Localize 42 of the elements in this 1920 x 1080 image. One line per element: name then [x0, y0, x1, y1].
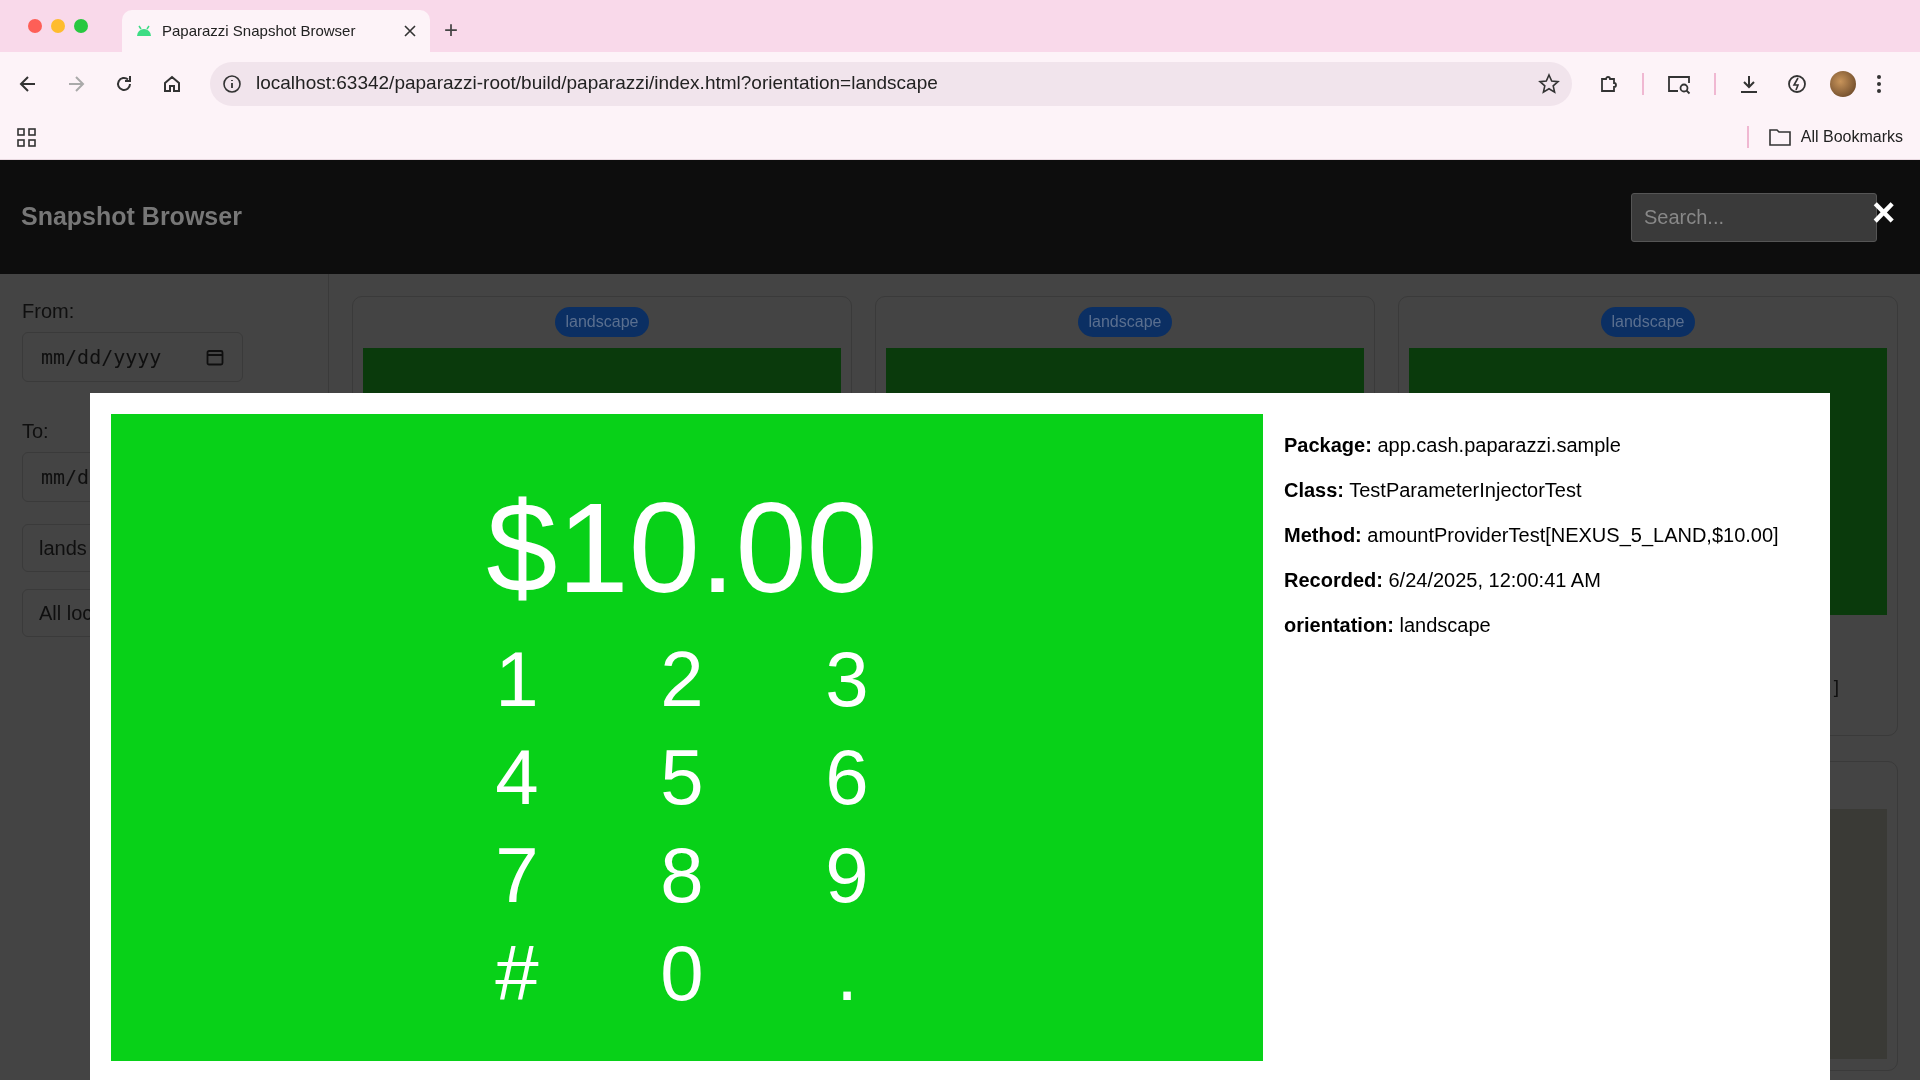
url-text: localhost:63342/paparazzi-root/build/paparazzi/index.html?orientation=landscape [256, 71, 939, 96]
amount-text: $10.00 [486, 484, 878, 612]
detail-line: Method: amountProviderTest[NEXUS_5_LAND,$10.00] [1284, 523, 1779, 548]
orientation-tag: landscape [1077, 307, 1173, 337]
keypad-key: 1 [434, 630, 600, 728]
keypad-key: 7 [434, 826, 600, 924]
new-tab-button[interactable]: + [444, 18, 458, 42]
apps-grid-icon[interactable] [17, 127, 36, 147]
keypad-key: 3 [764, 630, 930, 728]
detail-line: orientation: landscape [1284, 613, 1492, 638]
menu-icon[interactable] [1876, 73, 1882, 94]
performance-icon[interactable] [1786, 72, 1808, 95]
address-bar[interactable]: localhost:63342/paparazzi-root/build/paparazzi/index.html?orientation=landscape [210, 61, 1572, 106]
keypad-key: . [764, 924, 930, 1022]
keypad-key: 8 [599, 826, 765, 924]
keypad-key: 5 [599, 728, 765, 826]
close-icon[interactable] [404, 25, 416, 37]
reload-icon[interactable] [114, 73, 134, 94]
tab-title: Paparazzi Snapshot Browser [162, 20, 357, 41]
app-title: Snapshot Browser [21, 201, 242, 233]
info-icon[interactable] [222, 73, 242, 94]
detail-line: Class: TestParameterInjectorTest [1284, 478, 1583, 503]
bookmarks-label[interactable]: All Bookmarks [1800, 125, 1903, 149]
keypad-key: 0 [599, 924, 765, 1022]
detail-line: Recorded: 6/24/2025, 12:00:41 AM [1284, 568, 1602, 593]
keypad-key: 6 [764, 728, 930, 826]
keypad-key: 9 [764, 826, 930, 924]
android-icon [136, 25, 152, 37]
search-placeholder: Search... [1644, 205, 1725, 230]
keypad-key: 4 [434, 728, 600, 826]
folder-icon[interactable] [1768, 128, 1791, 146]
profile-avatar[interactable] [1830, 70, 1856, 97]
detail-line: Package: app.cash.paparazzi.sample [1284, 433, 1622, 458]
browser-tab[interactable]: Paparazzi Snapshot Browser [122, 10, 430, 52]
back-icon[interactable] [18, 73, 38, 94]
keypad-key: 2 [599, 630, 765, 728]
orientation-tag: landscape [554, 307, 650, 337]
keypad-key: # [434, 924, 600, 1022]
orientation-tag: landscape [1600, 307, 1696, 337]
home-icon[interactable] [162, 73, 182, 94]
snapshot-caption: ] [1832, 675, 1839, 699]
star-icon[interactable] [1538, 72, 1560, 95]
